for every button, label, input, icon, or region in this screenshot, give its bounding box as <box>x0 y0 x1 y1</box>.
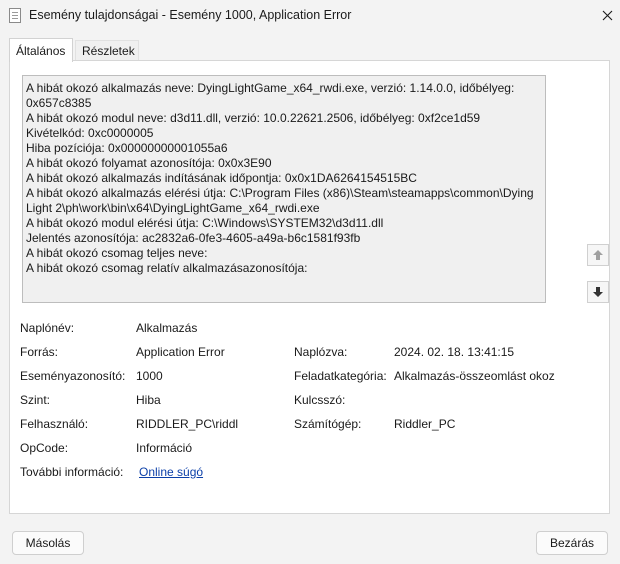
log-name-label: Naplónév: <box>20 321 75 335</box>
task-category-label: Feladatkategória: <box>294 369 387 383</box>
event-id-value: 1000 <box>136 369 163 383</box>
close-button[interactable]: Bezárás <box>536 531 608 555</box>
description-line: 0x657c8385 <box>26 96 92 110</box>
event-id-label: Eseményazonosító: <box>20 369 126 383</box>
description-line: A hibát okozó csomag relatív alkalmazása… <box>26 261 308 275</box>
level-label: Szint: <box>20 393 51 407</box>
user-value: RIDDLER_PC\riddl <box>136 417 239 431</box>
next-event-button[interactable] <box>587 281 609 303</box>
logged-label: Naplózva: <box>294 345 348 359</box>
description-line: Kivételkód: 0xc0000005 <box>26 126 154 140</box>
logged-value: 2024. 02. 18. 13:41:15 <box>394 345 515 359</box>
computer-label: Számítógép: <box>294 417 362 431</box>
description-line: A hibát okozó modul neve: d3d11.dll, ver… <box>26 111 481 125</box>
description-line: A hibát okozó alkalmazás elérési útja: C… <box>26 186 534 200</box>
event-properties-icon <box>9 8 21 23</box>
description-line: A hibát okozó alkalmazás indításának idő… <box>26 171 417 185</box>
copy-button[interactable]: Másolás <box>12 531 84 555</box>
user-label: Felhasználó: <box>20 417 89 431</box>
tab-details[interactable]: Részletek <box>75 40 139 60</box>
window-close-button[interactable] <box>596 4 618 26</box>
window-title: Esemény tulajdonságai - Esemény 1000, Ap… <box>29 8 352 22</box>
description-line: A hibát okozó alkalmazás neve: DyingLigh… <box>26 81 515 95</box>
computer-value: Riddler_PC <box>394 417 456 431</box>
tab-general[interactable]: Általános <box>9 38 73 62</box>
title-bar: Esemény tulajdonságai - Esemény 1000, Ap… <box>0 0 620 31</box>
description-line: Light 2\ph\work\bin\x64\DyingLightGame_x… <box>26 201 320 215</box>
arrow-down-icon <box>593 287 603 297</box>
description-line: Jelentés azonosítója: ac2832a6-0fe3-4605… <box>26 231 361 245</box>
keywords-label: Kulcsszó: <box>294 393 346 407</box>
description-line: Hiba pozíciója: 0x00000000001055a6 <box>26 141 228 155</box>
event-description[interactable]: A hibát okozó alkalmazás neve: DyingLigh… <box>22 75 546 303</box>
description-line: A hibát okozó csomag teljes neve: <box>26 246 208 260</box>
arrow-up-icon <box>593 250 603 260</box>
previous-event-button[interactable] <box>587 244 609 266</box>
source-label: Forrás: <box>20 345 59 359</box>
level-value: Hiba <box>136 393 161 407</box>
task-category-value: Alkalmazás-összeomlást okoz <box>394 369 555 383</box>
opcode-label: OpCode: <box>20 441 69 455</box>
close-icon <box>602 10 612 20</box>
more-info-label: További információ: <box>20 465 124 479</box>
opcode-value: Információ <box>136 441 193 455</box>
description-line: A hibát okozó modul elérési útja: C:\Win… <box>26 216 384 230</box>
online-help-link[interactable]: Online súgó <box>139 465 203 479</box>
source-value: Application Error <box>136 345 225 359</box>
description-line: A hibát okozó folyamat azonosítója: 0x0x… <box>26 156 272 170</box>
log-name-value: Alkalmazás <box>136 321 198 335</box>
